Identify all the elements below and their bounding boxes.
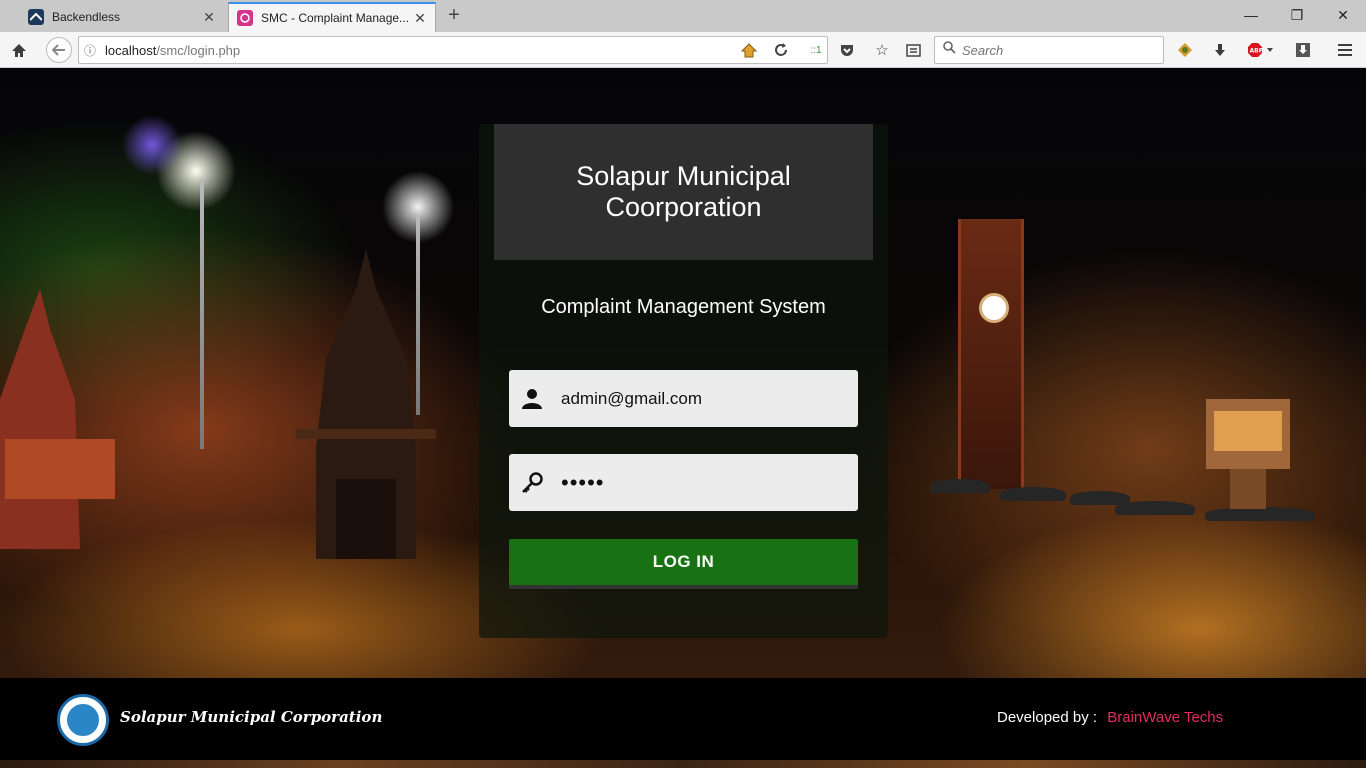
zoom-indicator[interactable]: ::1 (804, 39, 828, 61)
developed-by-label: Developed by : (997, 709, 1098, 726)
window-close-button[interactable]: ✕ (1320, 0, 1366, 30)
extension-icon[interactable] (1174, 39, 1196, 61)
login-page-background: Solapur Municipal Coorporation Complaint… (0, 69, 1366, 768)
tab-title: SMC - Complaint Manage... (261, 11, 410, 25)
developer-link[interactable]: BrainWave Techs (1107, 709, 1223, 726)
user-icon (511, 388, 553, 410)
new-tab-button[interactable]: + (442, 4, 466, 28)
login-card: Solapur Municipal Coorporation Complaint… (479, 124, 888, 638)
email-field[interactable] (509, 370, 858, 427)
tab-backendless[interactable]: Backendless ✕ (20, 2, 224, 32)
street-lamp (200, 179, 204, 449)
bookmark-star-icon[interactable]: ☆ (871, 39, 893, 61)
clock-face (979, 293, 1009, 323)
password-field[interactable] (509, 454, 858, 511)
address-bar[interactable]: ⓘ localhost/smc/login.php (78, 36, 828, 64)
svg-text:ABP: ABP (1250, 48, 1264, 55)
download-icon[interactable] (1209, 39, 1231, 61)
search-input[interactable] (962, 42, 1152, 58)
footer-org-name: Solapur Municipal Corporation (120, 708, 383, 726)
reader-list-icon[interactable] (902, 39, 924, 61)
developer-credit: Developed by : BrainWave Techs (997, 709, 1223, 726)
close-icon[interactable]: ✕ (202, 10, 216, 24)
page-title: Solapur Municipal Coorporation (576, 161, 791, 222)
umbrella-shape (1205, 507, 1315, 521)
system-subtitle: Complaint Management System (541, 296, 826, 318)
close-icon[interactable]: ✕ (413, 11, 427, 25)
key-icon (511, 471, 553, 495)
clock-tower (958, 219, 1024, 489)
search-icon (943, 41, 956, 59)
search-bar[interactable] (934, 36, 1164, 64)
url-text[interactable]: localhost/smc/login.php (105, 43, 240, 58)
temple-shape (0, 289, 120, 549)
login-button[interactable]: LOG IN (509, 539, 858, 589)
pavilion-shape (1200, 389, 1296, 509)
card-header: Solapur Municipal Coorporation (494, 124, 873, 260)
back-button[interactable] (46, 37, 72, 63)
password-input[interactable] (561, 469, 851, 496)
home-icon[interactable] (8, 39, 30, 61)
browser-nav-bar: ⓘ localhost/smc/login.php ::1 ☆ ABP (0, 32, 1366, 68)
restore-button[interactable]: ❐ (1274, 0, 1320, 30)
menu-icon[interactable] (1334, 39, 1356, 61)
temple-shape (296, 249, 436, 559)
bottom-image-strip (0, 760, 1366, 768)
downloads-panel-icon[interactable] (1292, 39, 1314, 61)
minimize-button[interactable]: — (1228, 0, 1274, 30)
umbrella-shape (930, 479, 990, 493)
page-footer: Solapur Municipal Corporation Developed … (0, 678, 1366, 760)
reload-icon[interactable] (770, 39, 792, 61)
smc-logo (57, 694, 109, 746)
pocket-icon[interactable] (836, 39, 858, 61)
info-icon[interactable]: ⓘ (79, 42, 101, 59)
umbrella-shape (1070, 491, 1130, 505)
tab-title: Backendless (52, 10, 121, 24)
home-page-icon[interactable] (738, 39, 760, 61)
backendless-icon (28, 9, 44, 25)
tab-smc[interactable]: SMC - Complaint Manage... ✕ (228, 2, 436, 32)
smc-favicon (237, 10, 253, 26)
umbrella-shape (1000, 487, 1066, 501)
browser-tab-bar: Backendless ✕ SMC - Complaint Manage... … (0, 0, 1366, 32)
adblock-icon[interactable]: ABP (1246, 39, 1276, 61)
umbrella-shape (1115, 501, 1195, 515)
logo-emblem (65, 702, 101, 738)
email-input[interactable] (561, 388, 851, 409)
